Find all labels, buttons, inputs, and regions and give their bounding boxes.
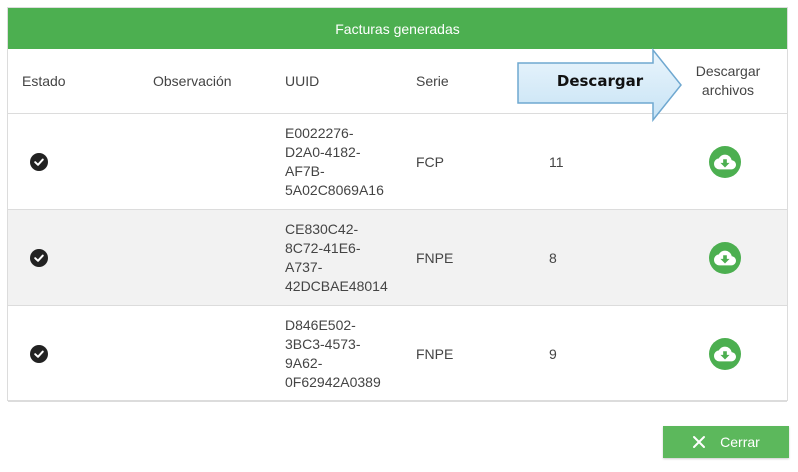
column-header-serie: Serie bbox=[416, 73, 449, 89]
folio-cell: 11 bbox=[549, 153, 564, 170]
download-button[interactable] bbox=[709, 145, 741, 178]
serie-cell: FNPE bbox=[416, 249, 454, 266]
column-header-observacion: Observación bbox=[153, 73, 232, 89]
cloud-download-icon bbox=[714, 250, 736, 265]
cloud-download-icon bbox=[714, 154, 736, 169]
download-cell bbox=[709, 306, 741, 401]
check-circle-icon bbox=[30, 248, 48, 267]
check-circle-icon bbox=[30, 344, 48, 363]
download-cell bbox=[709, 210, 741, 305]
status-cell bbox=[30, 306, 48, 401]
descargar-callout-label: Descargar bbox=[556, 72, 644, 90]
table-row: E0022276- D2A0-4182- AF7B- 5A02C8069A16 … bbox=[8, 114, 787, 210]
close-button-label: Cerrar bbox=[720, 434, 760, 450]
download-cell bbox=[709, 114, 741, 209]
serie-cell: FNPE bbox=[416, 345, 454, 362]
close-icon bbox=[693, 436, 706, 448]
close-button[interactable]: Cerrar bbox=[663, 426, 789, 458]
serie-cell: FCP bbox=[416, 153, 444, 170]
table-row: D846E502- 3BC3-4573- 9A62- 0F62942A0389 … bbox=[8, 306, 787, 402]
check-circle-icon bbox=[30, 152, 48, 171]
dialog-title-bar: Facturas generadas bbox=[8, 8, 787, 49]
table-row: CE830C42- 8C72-41E6- A737- 42DCBAE48014 … bbox=[8, 210, 787, 306]
download-button[interactable] bbox=[709, 241, 741, 274]
column-header-estado: Estado bbox=[22, 73, 66, 89]
folio-cell: 9 bbox=[549, 345, 557, 362]
status-cell bbox=[30, 114, 48, 209]
uuid-cell: E0022276- D2A0-4182- AF7B- 5A02C8069A16 bbox=[285, 124, 384, 198]
download-button[interactable] bbox=[709, 337, 741, 370]
uuid-cell: D846E502- 3BC3-4573- 9A62- 0F62942A0389 bbox=[285, 316, 381, 390]
uuid-cell: CE830C42- 8C72-41E6- A737- 42DCBAE48014 bbox=[285, 220, 388, 294]
cloud-download-icon bbox=[714, 346, 736, 361]
dialog-title: Facturas generadas bbox=[335, 20, 460, 37]
column-header-descargar-archivos: Descargar archivos bbox=[695, 63, 761, 98]
column-header-uuid: UUID bbox=[285, 73, 320, 89]
status-cell bbox=[30, 210, 48, 305]
folio-cell: 8 bbox=[549, 249, 557, 266]
